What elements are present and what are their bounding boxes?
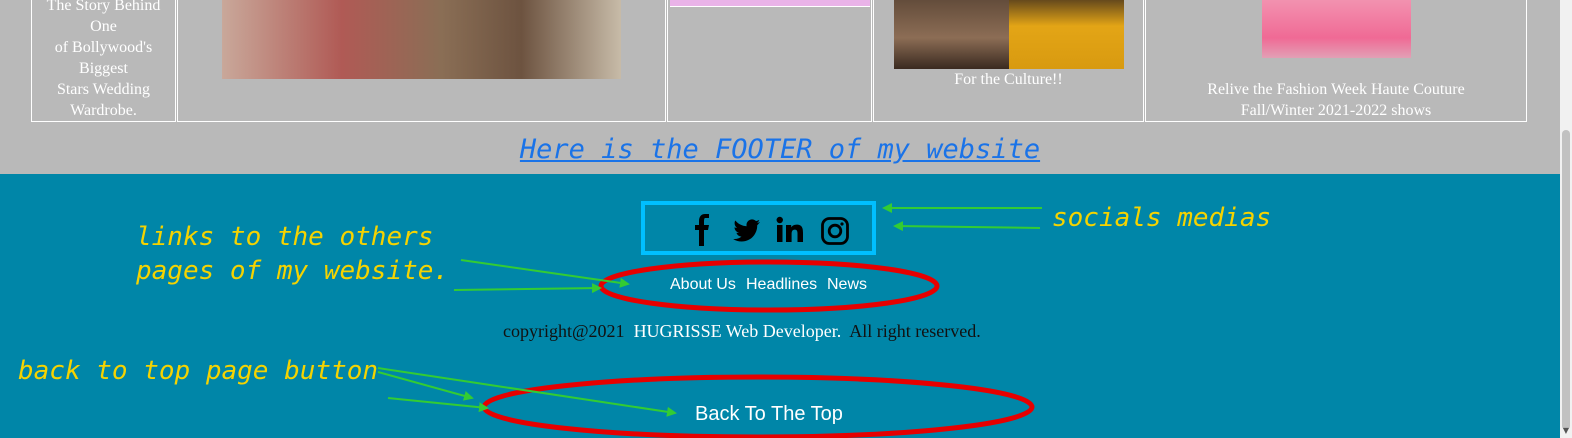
instagram-icon[interactable] xyxy=(820,214,850,246)
scroll-down-icon[interactable]: ▼ xyxy=(1561,426,1571,436)
twitter-icon[interactable] xyxy=(731,214,761,246)
story-line: Biggest xyxy=(79,60,128,77)
gallery-cell-photo-fur xyxy=(177,0,666,122)
culture-caption[interactable]: For the Culture!! xyxy=(874,69,1143,90)
annotation-back-top: back to top page button xyxy=(18,356,379,386)
couture-caption-1[interactable]: Relive the Fashion Week Haute Couture xyxy=(1146,79,1526,100)
gallery-cell-story-text[interactable]: The Story Behind One of Bollywood's Bigg… xyxy=(32,0,175,121)
facebook-icon[interactable] xyxy=(687,214,717,246)
annotation-links-line1: links to the others xyxy=(136,222,434,252)
annotation-links-line2: pages of my website. xyxy=(136,256,450,286)
footer-heading-link[interactable]: Here is the FOOTER of my website xyxy=(0,134,1560,165)
nav-link-headlines[interactable]: Headlines xyxy=(746,276,817,294)
copyright-prefix: copyright@2021 xyxy=(503,321,625,341)
fur-coat-photo[interactable] xyxy=(222,0,621,79)
gallery-cell-photo-pink xyxy=(667,0,872,122)
couture-photo[interactable] xyxy=(1262,0,1411,58)
back-to-top-button[interactable]: Back To The Top xyxy=(695,403,843,426)
gallery-cell-couture: Relive the Fashion Week Haute Couture Fa… xyxy=(1145,0,1527,122)
story-line: Wardrobe. xyxy=(70,102,137,119)
gallery-cell-culture: For the Culture!! xyxy=(873,0,1144,122)
copyright-suffix: All right reserved. xyxy=(849,321,981,341)
nav-link-about-us[interactable]: About Us xyxy=(670,276,736,294)
story-line: One xyxy=(90,18,117,35)
annotation-socials: socials medias xyxy=(1052,203,1272,233)
story-line: Stars Wedding xyxy=(56,81,151,98)
story-line: of Bollywood's xyxy=(54,39,153,56)
couture-caption-2[interactable]: Fall/Winter 2021-2022 shows xyxy=(1146,100,1526,121)
pink-photo[interactable] xyxy=(670,0,870,7)
story-line: The Story Behind xyxy=(46,0,161,14)
culture-photo-right[interactable] xyxy=(1009,0,1124,69)
linkedin-icon[interactable] xyxy=(775,214,805,246)
nav-link-news[interactable]: News xyxy=(827,276,867,294)
copyright-text: copyright@2021 HUGRISSE Web Developer. A… xyxy=(503,321,981,342)
culture-photo-left[interactable] xyxy=(894,0,1009,69)
gallery-cell-story: The Story Behind One of Bollywood's Bigg… xyxy=(31,0,176,122)
scrollbar-thumb[interactable] xyxy=(1562,130,1570,430)
copyright-brand: HUGRISSE Web Developer. xyxy=(633,321,842,341)
